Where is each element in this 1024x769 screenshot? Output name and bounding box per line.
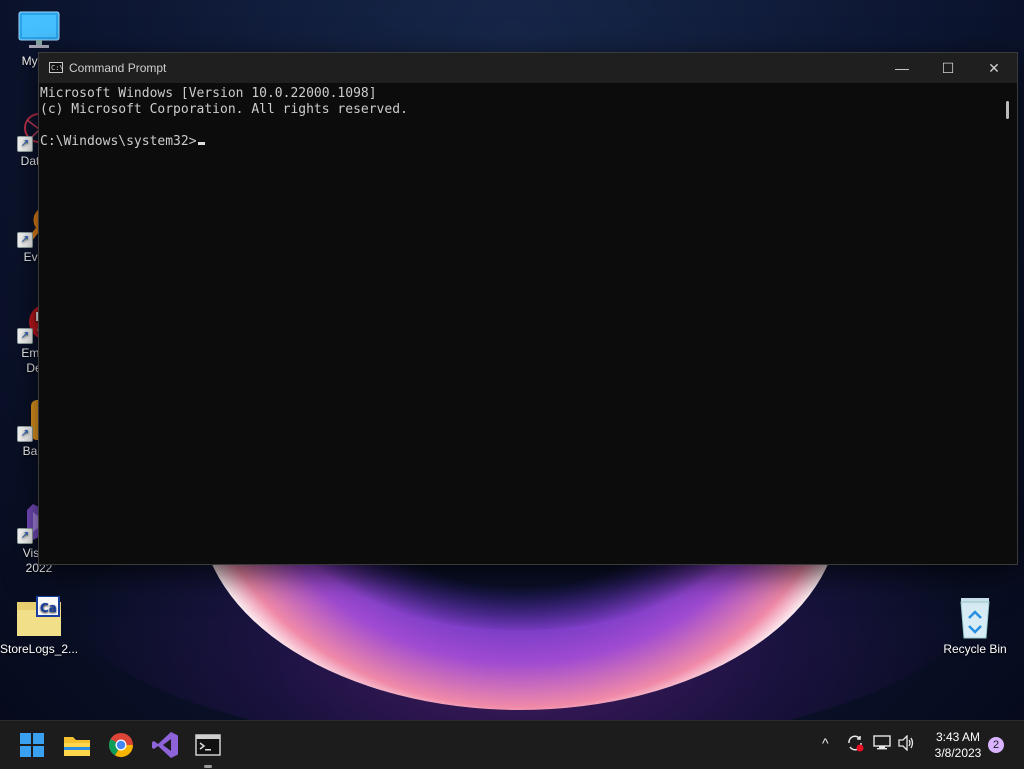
- vertical-scrollbar[interactable]: [999, 83, 1017, 564]
- window-titlebar[interactable]: C:\ Command Prompt — ☐ ✕: [39, 53, 1017, 83]
- command-prompt-icon: [195, 734, 221, 756]
- shortcut-arrow-icon: ↗: [17, 232, 33, 248]
- desktop-icon-label: Recycle Bin: [943, 642, 1007, 656]
- command-prompt-window[interactable]: C:\ Command Prompt — ☐ ✕ Microsoft Windo…: [38, 52, 1018, 565]
- chevron-up-icon[interactable]: ^: [822, 735, 829, 751]
- console-line: (c) Microsoft Corporation. All rights re…: [40, 102, 408, 117]
- chrome-icon: [108, 733, 133, 758]
- clock[interactable]: 3:43 AM 3/8/2023: [920, 729, 996, 761]
- maximize-button[interactable]: ☐: [925, 53, 971, 83]
- windows-logo-icon: [20, 733, 44, 757]
- start-button[interactable]: [16, 729, 48, 761]
- close-button[interactable]: ✕: [971, 53, 1017, 83]
- console-output[interactable]: Microsoft Windows [Version 10.0.22000.10…: [39, 83, 999, 564]
- svg-text:Ca: Ca: [40, 601, 57, 615]
- maximize-icon: ☐: [941, 60, 955, 76]
- recycle-bin-icon: [953, 596, 997, 640]
- console-line: Microsoft Windows [Version 10.0.22000.10…: [40, 86, 377, 101]
- window-title: Command Prompt: [69, 61, 167, 75]
- scrollbar-thumb[interactable]: [1006, 101, 1009, 119]
- taskbar: ^ 3:43 AM 3/8/2023 2: [0, 720, 1024, 769]
- console-prompt: C:\Windows\system32>: [40, 134, 197, 149]
- close-icon: ✕: [988, 60, 1000, 76]
- minimize-button[interactable]: —: [879, 53, 925, 83]
- shortcut-arrow-icon: ↗: [17, 426, 33, 442]
- shortcut-arrow-icon: ↗: [17, 528, 33, 544]
- taskbar-file-explorer[interactable]: [61, 729, 93, 761]
- taskbar-visual-studio[interactable]: [149, 729, 181, 761]
- desktop-icon-storelogs[interactable]: Ca StoreLogs_2...: [0, 595, 79, 657]
- cab-archive-icon: Ca: [17, 595, 61, 640]
- shortcut-arrow-icon: ↗: [17, 136, 33, 152]
- folder-icon: [64, 737, 90, 756]
- sync-icon[interactable]: [846, 734, 864, 755]
- clock-date: 3/8/2023: [934, 746, 982, 760]
- command-prompt-icon: C:\: [49, 62, 64, 73]
- console-prompt-line[interactable]: C:\Windows\system32>: [40, 134, 999, 150]
- notification-badge[interactable]: 2: [988, 737, 1004, 753]
- clock-time: 3:43 AM: [935, 730, 981, 744]
- taskbar-command-prompt[interactable]: [192, 729, 224, 761]
- text-cursor: [197, 142, 205, 145]
- monitor-icon: [17, 8, 61, 52]
- minimize-icon: —: [895, 60, 909, 76]
- shortcut-arrow-icon: ↗: [17, 328, 33, 344]
- desktop-icon-label: StoreLogs_2...: [0, 642, 79, 656]
- taskbar-chrome[interactable]: [105, 729, 137, 761]
- volume-icon[interactable]: [898, 734, 916, 754]
- desktop-icon-recycle-bin[interactable]: Recycle Bin: [936, 596, 1014, 657]
- visual-studio-icon: [152, 732, 178, 758]
- network-icon[interactable]: [873, 735, 891, 754]
